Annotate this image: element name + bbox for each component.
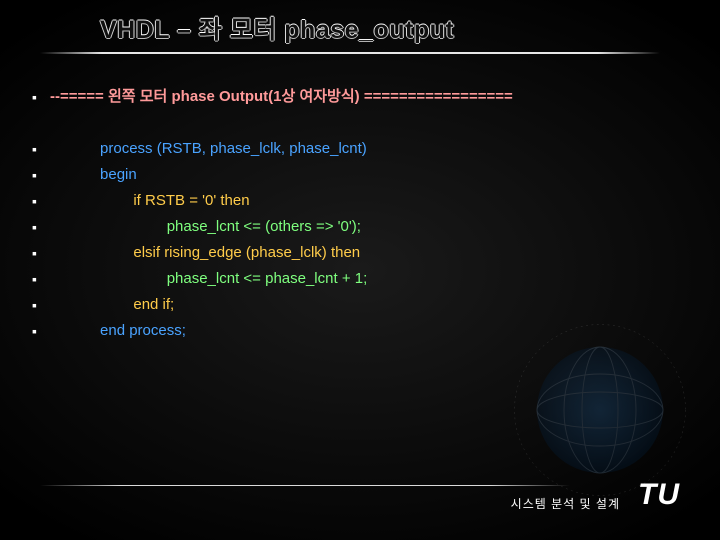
code-body: ▪--===== 왼쪽 모터 phase Output(1상 여자방식) ===… [32,86,690,346]
background-globe-decoration [510,320,690,500]
bullet-icon: ▪ [32,268,50,290]
footer: 시스템 분석 및 설계 TU [40,478,680,512]
title-area: VHDL – 좌 모터 phase_output [100,10,680,54]
code-line: ▪ phase_lcnt <= (others => '0'); [32,216,690,238]
bullet-icon: ▪ [32,86,50,108]
footer-label: 시스템 분석 및 설계 [511,495,620,512]
title-underline [40,52,660,54]
code-line: ▪ elsif rising_edge (phase_lclk) then [32,242,690,264]
bullet-icon: ▪ [32,190,50,212]
code-text: phase_lcnt <= (others => '0'); [50,216,361,238]
code-text: --===== 왼쪽 모터 phase Output(1상 여자방식) ====… [50,86,513,108]
code-text: end process; [50,320,186,342]
code-text: end if; [50,294,174,316]
page-title: VHDL – 좌 모터 phase_output [100,10,680,46]
bullet-icon: ▪ [32,242,50,264]
bullet-icon: ▪ [32,216,50,238]
bullet-icon: ▪ [32,138,50,160]
bullet-icon: ▪ [32,320,50,342]
slide: VHDL – 좌 모터 phase_output ▪--===== 왼쪽 모터 … [0,0,720,540]
code-text: begin [50,164,137,186]
code-text: phase_lcnt <= phase_lcnt + 1; [50,268,367,290]
code-text: elsif rising_edge (phase_lclk) then [50,242,360,264]
code-text: if RSTB = '0' then [50,190,250,212]
code-line: ▪--===== 왼쪽 모터 phase Output(1상 여자방식) ===… [32,86,690,108]
code-line: ▪ end if; [32,294,690,316]
bullet-icon: ▪ [32,164,50,186]
code-line: ▪ process (RSTB, phase_lclk, phase_lcnt) [32,138,690,160]
code-line [32,112,690,134]
code-line: ▪ if RSTB = '0' then [32,190,690,212]
code-line: ▪ end process; [32,320,690,342]
code-line: ▪ phase_lcnt <= phase_lcnt + 1; [32,268,690,290]
code-text: process (RSTB, phase_lclk, phase_lcnt) [50,138,367,160]
footer-logo: TU [638,478,680,512]
code-line: ▪ begin [32,164,690,186]
bullet-icon: ▪ [32,294,50,316]
